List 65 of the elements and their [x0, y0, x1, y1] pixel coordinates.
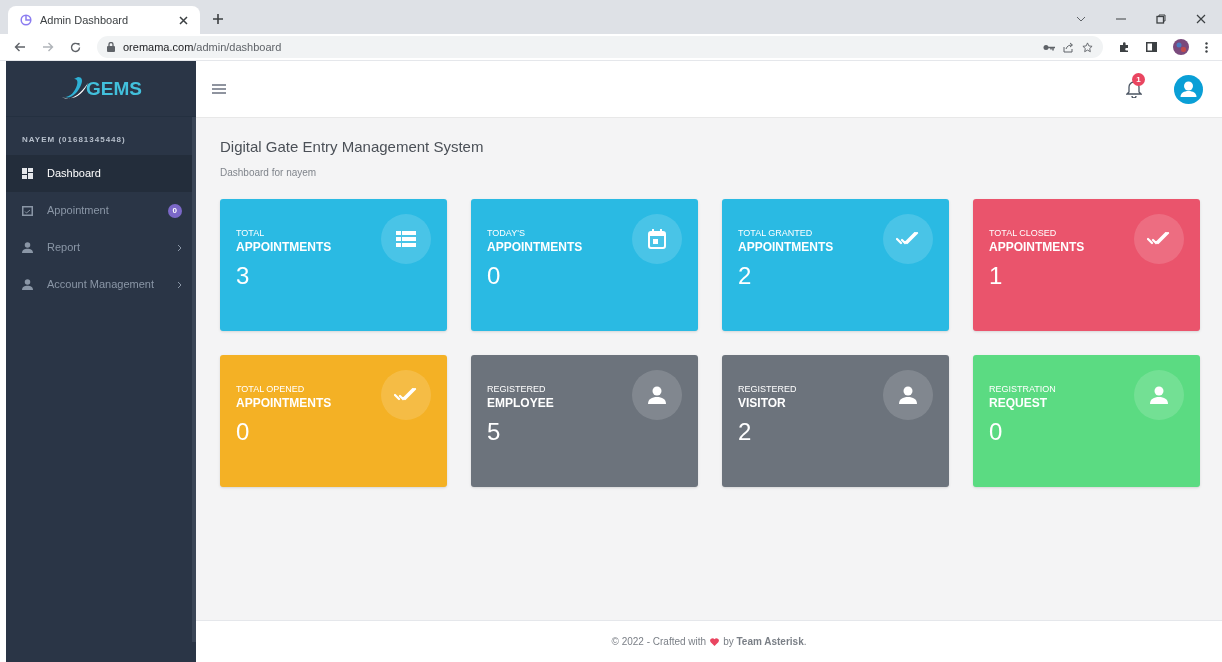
close-icon[interactable]	[1196, 14, 1206, 24]
app-favicon-icon	[20, 14, 32, 26]
scrollbar[interactable]	[192, 117, 196, 642]
calendar-icon	[648, 228, 666, 249]
card-label: TOTAL GRANTED APPOINTMENTS	[738, 226, 834, 254]
puzzle-icon[interactable]	[1119, 41, 1130, 53]
double-check-icon	[394, 387, 418, 402]
card-label: TODAY'S APPOINTMENTS	[487, 226, 583, 254]
person-icon	[22, 242, 33, 253]
person-icon	[899, 385, 917, 404]
card-value: 0	[487, 263, 502, 288]
share-icon[interactable]	[1063, 41, 1074, 53]
menu-icon[interactable]	[212, 84, 226, 94]
chevron-right-icon	[177, 280, 182, 289]
card-value: 0	[989, 419, 1004, 444]
card-value: 5	[487, 419, 502, 444]
sidebar-item[interactable]: Account Management	[6, 266, 196, 303]
reload-icon[interactable]	[70, 41, 81, 53]
logo-text: GEMS	[86, 77, 142, 101]
card-value: 0	[236, 419, 251, 444]
card-value: 1	[989, 263, 1004, 288]
url-text: oremama.com/admin/dashboard	[123, 39, 283, 55]
double-check-icon	[896, 231, 920, 246]
page-subtitle: Dashboard for nayem	[220, 165, 318, 180]
restore-icon[interactable]	[1156, 14, 1166, 24]
card-label: TOTAL APPOINTMENTS	[236, 226, 332, 254]
calendar-icon	[22, 205, 33, 216]
dashboard-icon	[22, 168, 33, 179]
card-label: TOTAL CLOSED APPOINTMENTS	[989, 226, 1085, 254]
card-label: REGISTRATION REQUEST	[989, 382, 1056, 410]
new-tab-icon[interactable]	[212, 13, 224, 25]
footer-text: © 2022 - Crafted with by Team Asterisk.	[611, 635, 807, 649]
bell-icon[interactable]	[1126, 80, 1142, 98]
card-value: 2	[738, 419, 753, 444]
card-label: REGISTERED VISITOR	[738, 382, 797, 410]
heart-icon	[710, 637, 720, 646]
sidebar-item[interactable]: Report	[6, 229, 196, 266]
page-title: Digital Gate Entry Management System	[220, 137, 485, 157]
card-value: 2	[738, 263, 753, 288]
chevron-right-icon	[177, 243, 182, 252]
close-icon[interactable]	[179, 15, 188, 25]
user-avatar-icon[interactable]	[1174, 74, 1203, 104]
card-label: TOTAL OPENED APPOINTMENTS	[236, 382, 332, 410]
star-icon[interactable]	[1082, 41, 1093, 53]
lock-icon	[107, 42, 115, 52]
person-icon	[1150, 385, 1168, 404]
person-icon	[22, 279, 33, 290]
count-badge: 0	[167, 203, 182, 218]
person-icon	[648, 385, 666, 404]
card-label: REGISTERED EMPLOYEE	[487, 382, 554, 410]
card-value: 3	[236, 263, 251, 288]
chevron-down-icon[interactable]	[1076, 16, 1086, 22]
back-arrow-icon[interactable]	[14, 42, 26, 52]
notification-badge: 1	[1132, 73, 1145, 86]
list-icon	[396, 229, 416, 248]
tab-title: Admin Dashboard	[40, 12, 130, 28]
browser-tab[interactable]: Admin Dashboard	[8, 6, 200, 34]
address-bar[interactable]: oremama.com/admin/dashboard	[97, 36, 1103, 58]
double-check-icon	[1147, 231, 1171, 246]
sidebar-item[interactable]: Appointment 0	[6, 192, 196, 229]
side-panel-icon[interactable]	[1146, 42, 1157, 52]
more-icon[interactable]	[1205, 41, 1208, 53]
key-icon[interactable]	[1043, 43, 1055, 51]
user-label: NAYEM (01681345448)	[21, 134, 127, 146]
profile-avatar-icon[interactable]	[1173, 39, 1189, 55]
